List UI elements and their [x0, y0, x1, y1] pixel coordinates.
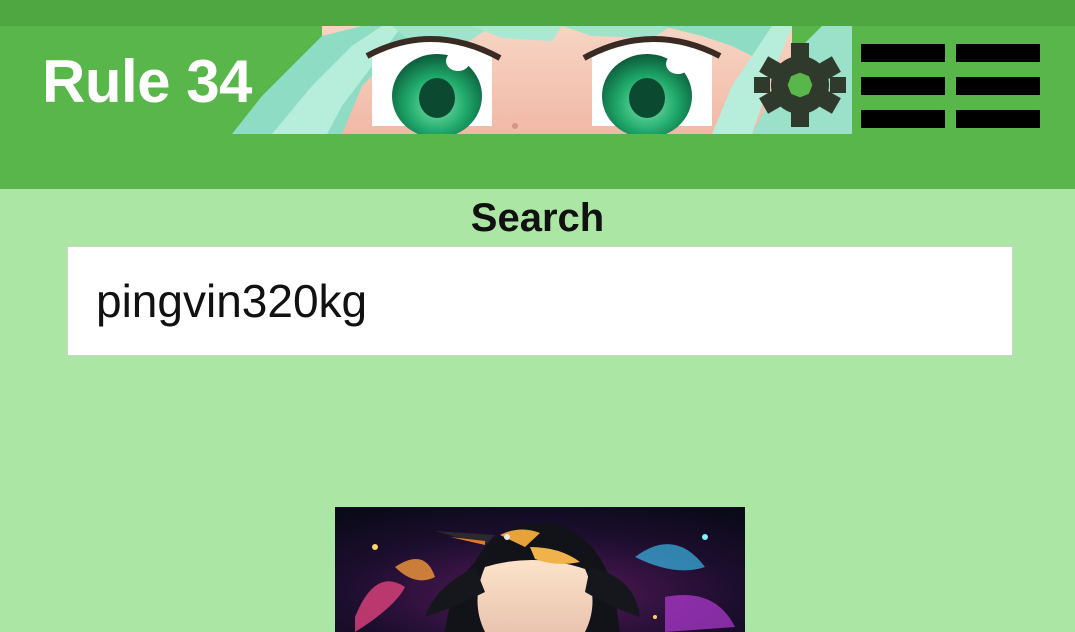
- search-label: Search: [470, 196, 605, 240]
- header-top-strip: [0, 0, 1075, 26]
- search-input[interactable]: [67, 246, 1013, 356]
- site-title[interactable]: Rule 34: [42, 48, 252, 116]
- site-header: Rule 34: [0, 0, 1075, 189]
- penguin-artwork-image[interactable]: [335, 507, 745, 632]
- menu-button-2[interactable]: [956, 44, 1040, 128]
- gear-icon[interactable]: [752, 42, 848, 128]
- menu-button-1[interactable]: [861, 44, 945, 128]
